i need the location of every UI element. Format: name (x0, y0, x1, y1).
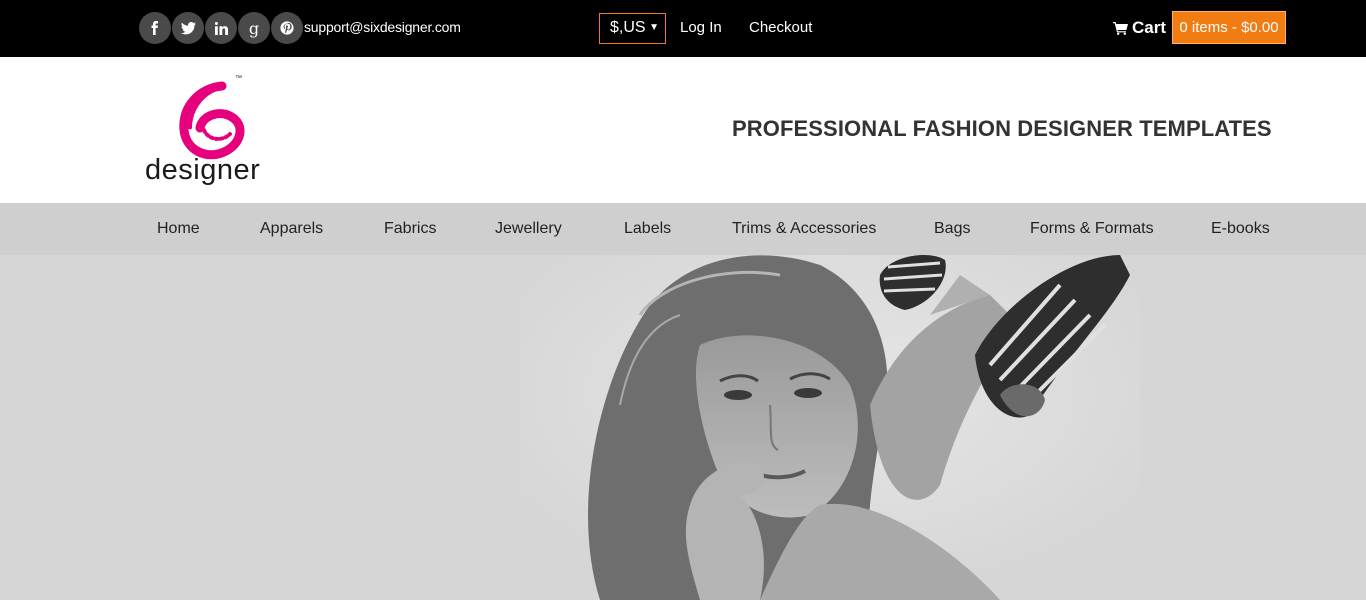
nav-item-home[interactable]: Home (157, 220, 200, 238)
top-bar: g support@sixdesigner.com $,US ▼ Log In … (0, 0, 1366, 57)
currency-value: $,US (610, 19, 646, 36)
nav-item-jewellery[interactable]: Jewellery (495, 220, 562, 238)
nav-item-trims-accessories[interactable]: Trims & Accessories (732, 220, 876, 238)
site-tagline: PROFESSIONAL FASHION DESIGNER TEMPLATES (732, 116, 1272, 141)
cart-summary-button[interactable]: 0 items - $0.00 (1172, 11, 1286, 44)
linkedin-icon[interactable] (205, 12, 237, 44)
cart-icon (1113, 21, 1128, 35)
cart-label: Cart (1132, 18, 1167, 37)
nav-item-bags[interactable]: Bags (934, 220, 970, 238)
nav-item-ebooks[interactable]: E-books (1211, 220, 1270, 238)
nav-item-fabrics[interactable]: Fabrics (384, 220, 436, 238)
hero-banner[interactable] (0, 255, 1366, 600)
currency-select[interactable]: $,US ▼ (599, 13, 666, 44)
trademark-symbol: ™ (235, 75, 242, 82)
hero-model-image (0, 255, 1366, 600)
social-links: g (139, 12, 303, 44)
nav-item-labels[interactable]: Labels (624, 220, 671, 238)
checkout-link[interactable]: Checkout (749, 19, 812, 36)
site-logo[interactable]: ™ designer (140, 72, 270, 196)
nav-item-apparels[interactable]: Apparels (260, 220, 323, 238)
support-email-link[interactable]: support@sixdesigner.com (304, 19, 461, 35)
pinterest-icon[interactable] (271, 12, 303, 44)
cart-link[interactable]: Cart (1113, 18, 1166, 38)
login-link[interactable]: Log In (680, 19, 722, 36)
google-plus-icon[interactable]: g (238, 12, 270, 44)
main-nav: Home Apparels Fabrics Jewellery Labels T… (0, 203, 1366, 255)
chevron-down-icon: ▼ (649, 22, 659, 33)
nav-item-forms-formats[interactable]: Forms & Formats (1030, 220, 1154, 238)
facebook-icon[interactable] (139, 12, 171, 44)
twitter-icon[interactable] (172, 12, 204, 44)
logo-wordmark: designer (145, 154, 261, 186)
